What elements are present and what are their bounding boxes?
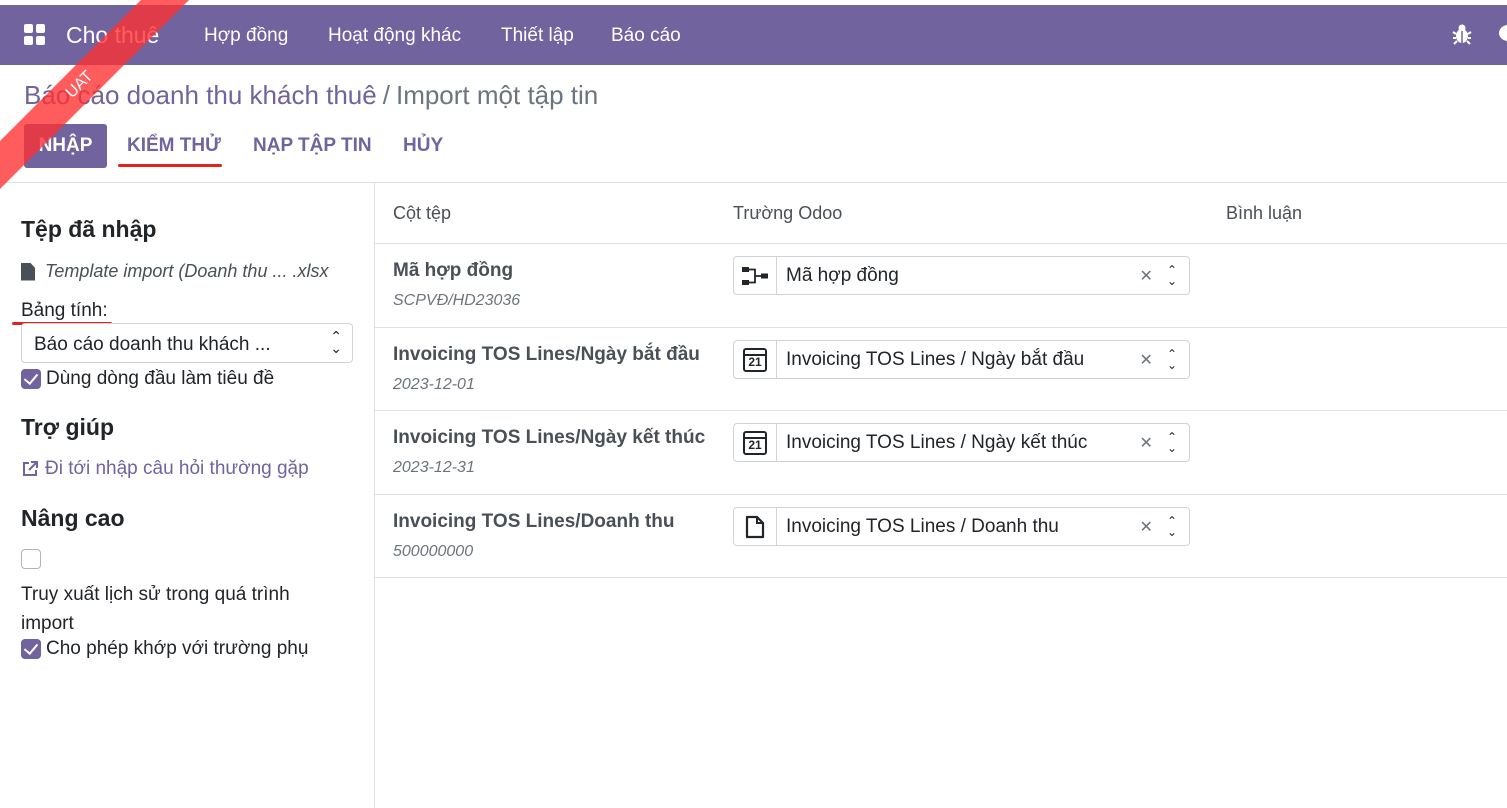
calendar-icon: 21 [734,424,777,461]
file-column-sample: SCPVĐ/HD23036 [393,292,521,309]
clear-icon[interactable]: ✕ [1140,350,1153,370]
odoo-field-label: Invoicing TOS Lines / Ngày kết thúc [786,431,1088,453]
file-icon [21,262,35,281]
header-divider [0,182,1507,183]
odoo-field-label: Mã hợp đồng [786,264,899,286]
breadcrumb: Báo cáo doanh thu khách thuê / Import một … [24,80,598,111]
chevron-up-down-icon: ⌃ ⌄ [330,328,342,356]
clear-icon[interactable]: ✕ [1140,517,1153,537]
allow-subfields-checkbox[interactable] [21,639,41,659]
row-divider [375,577,1507,578]
calendar-icon: 21 [734,341,777,378]
sidebar-divider [374,183,375,808]
menu-reports[interactable]: Báo cáo [611,25,681,47]
load-file-button[interactable]: Nạp tập tin [253,124,372,168]
file-column-sample: 2023-12-31 [393,459,475,476]
chevron-up-down-icon: ⌃ ⌄ [1166,513,1177,539]
track-history-checkbox[interactable] [21,549,41,569]
apps-grid-icon[interactable] [24,24,46,46]
help-heading: Trợ giúp [21,414,115,440]
header-comments: Bình luận [1226,203,1303,223]
menu-contracts[interactable]: Hợp đồng [204,25,288,47]
odoo-field-label: Invoicing TOS Lines / Ngày bắt đầu [786,348,1085,370]
odoo-field-label: Invoicing TOS Lines / Doanh thu [786,515,1059,537]
track-history-label: Truy xuất lịch sử trong quá trình import [21,584,290,634]
top-navbar: Cho thuê Hợp đồng Hoạt động khác Thiết l… [0,5,1507,65]
chat-icon[interactable] [1498,23,1507,51]
file-column-sample: 2023-12-01 [393,376,475,393]
document-icon [734,508,777,545]
clear-icon[interactable]: ✕ [1140,266,1153,286]
sheet-label: Bảng tính: [21,300,108,321]
sheet-select-value: Báo cáo doanh thu khách ... [34,334,271,355]
test-button[interactable]: Kiểm thử [127,124,221,168]
annotation-underline [118,164,222,167]
breadcrumb-separator: / [382,80,390,110]
odoo-field-select[interactable]: 21 Invoicing TOS Lines / Ngày kết thúc ✕… [733,423,1190,462]
faq-link[interactable]: Đi tới nhập câu hỏi thường gặp [21,458,309,480]
header-file-column: Cột tệp [393,203,452,223]
chevron-up-down-icon: ⌃ ⌄ [1166,262,1177,288]
row-divider [375,410,1507,411]
file-column-name: Mã hợp đồng [393,260,514,281]
imported-file: Template import (Doanh thu ... .xlsx [21,261,328,282]
clear-icon[interactable]: ✕ [1140,433,1153,453]
row-divider [375,327,1507,328]
imported-file-heading: Tệp đã nhập [21,216,157,242]
menu-other-activities[interactable]: Hoạt động khác [328,25,461,47]
file-column-name: Invoicing TOS Lines/Ngày kết thúc [393,427,706,448]
relation-icon [734,257,777,294]
imported-file-name: Template import (Doanh thu ... .xlsx [45,261,329,281]
external-link-icon [23,461,38,476]
breadcrumb-current: Import một tập tin [395,80,599,110]
header-odoo-field: Trường Odoo [733,203,843,223]
chevron-up-down-icon: ⌃ ⌄ [1166,429,1177,455]
faq-link-label: Đi tới nhập câu hỏi thường gặp [45,458,309,479]
cancel-button[interactable]: Hủy [403,124,443,168]
use-first-row-checkbox[interactable] [21,369,41,389]
odoo-field-select[interactable]: Invoicing TOS Lines / Doanh thu ✕ ⌃ ⌄ [733,507,1190,546]
odoo-field-select[interactable]: 21 Invoicing TOS Lines / Ngày bắt đầu ✕ … [733,340,1190,379]
advanced-heading: Nâng cao [21,505,125,531]
row-divider [375,494,1507,495]
file-column-name: Invoicing TOS Lines/Doanh thu [393,511,675,532]
file-column-name: Invoicing TOS Lines/Ngày bắt đầu [393,344,700,365]
file-column-sample: 500000000 [393,543,474,560]
allow-subfields-label: Cho phép khớp với trường phụ [46,638,309,659]
row-divider [375,243,1507,244]
chevron-up-down-icon: ⌃ ⌄ [1166,346,1177,372]
sheet-select[interactable]: Báo cáo doanh thu khách ... ⌃ ⌄ [21,323,353,363]
use-first-row-label: Dùng dòng đầu làm tiêu đề [46,368,275,389]
bug-icon[interactable] [1452,23,1472,51]
odoo-field-select[interactable]: Mã hợp đồng ✕ ⌃ ⌄ [733,256,1190,295]
menu-settings[interactable]: Thiết lập [501,25,574,47]
